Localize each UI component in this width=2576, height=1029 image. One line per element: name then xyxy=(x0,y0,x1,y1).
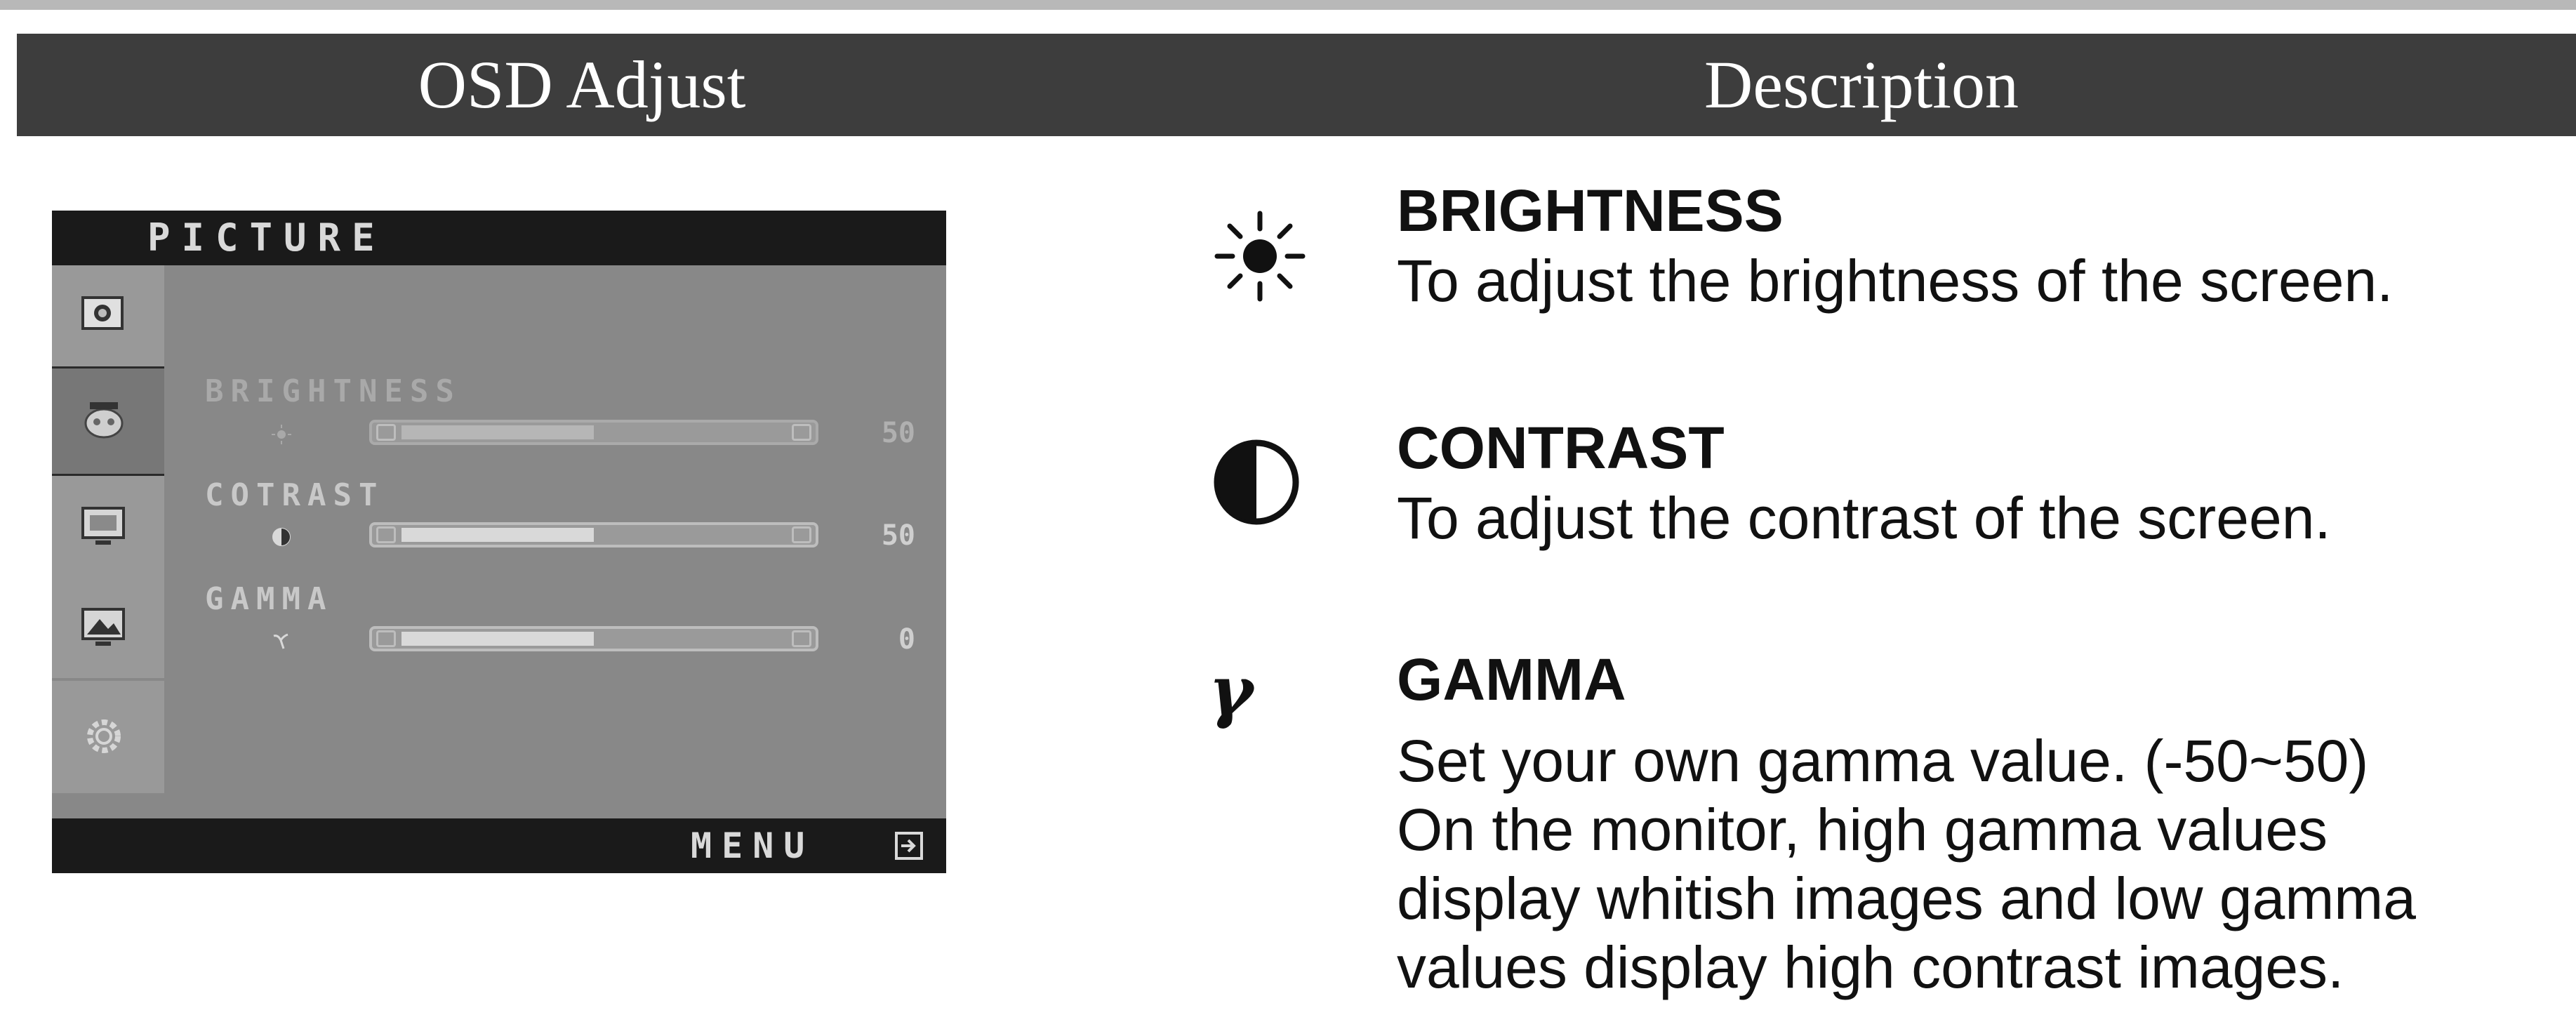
gamma-description-line-2: On the monitor, high gamma values xyxy=(1397,797,2328,863)
osd-screen: PICTURE BRIGHTNESS 50 COTRAST 50 GAMMA 0… xyxy=(52,211,946,873)
sun-icon xyxy=(1214,211,1306,302)
sun-icon xyxy=(272,425,291,444)
osd-sidebar-settings[interactable] xyxy=(52,681,164,793)
gamma-title: GAMMA xyxy=(1397,646,1626,712)
gamma-icon: γ xyxy=(1209,651,1254,731)
osd-footer: MENU xyxy=(52,818,946,873)
slider-increase-cap xyxy=(792,630,811,647)
brightness-title: BRIGHTNESS xyxy=(1397,178,1784,244)
settings-gear-icon xyxy=(87,719,121,753)
osd-sidebar-picture[interactable] xyxy=(52,265,164,366)
osd-contrast-slider[interactable] xyxy=(369,522,818,547)
osd-contrast-label: COTRAST xyxy=(205,477,385,513)
osd-menu-label: MENU xyxy=(691,825,815,866)
contrast-icon xyxy=(1214,439,1299,525)
picture-icon xyxy=(81,296,124,330)
slider-fill xyxy=(401,528,594,542)
osd-brightness-label: BRIGHTNESS xyxy=(205,373,461,409)
color-icon xyxy=(84,402,124,439)
brightness-description: To adjust the brightness of the screen. xyxy=(1397,248,2394,314)
osd-brightness-slider[interactable] xyxy=(369,420,818,445)
osd-sidebar-position[interactable] xyxy=(52,476,164,577)
osd-sidebar-color[interactable] xyxy=(52,366,164,476)
osd-title-bar: PICTURE xyxy=(52,211,946,265)
osd-gamma-slider[interactable] xyxy=(369,626,818,651)
gamma-description-line-4: values display high contrast images. xyxy=(1397,934,2344,1000)
image-quality-icon xyxy=(81,608,125,646)
slider-decrease-cap xyxy=(376,630,396,647)
exit-icon[interactable] xyxy=(894,831,924,861)
osd-title: PICTURE xyxy=(147,215,386,260)
osd-sidebar-image[interactable] xyxy=(52,577,164,678)
osd-gamma-value: 0 xyxy=(898,623,915,656)
osd-brightness-value: 50 xyxy=(881,417,915,449)
top-rule xyxy=(0,0,2576,10)
gamma-description-line-3: display whitish images and low gamma xyxy=(1397,865,2416,931)
slider-increase-cap xyxy=(792,424,811,441)
osd-gamma-label: GAMMA xyxy=(205,581,333,617)
header-osd-adjust: OSD Adjust xyxy=(418,47,746,122)
gamma-description-line-1: Set your own gamma value. (-50~50) xyxy=(1397,728,2369,794)
osd-contrast-value: 50 xyxy=(881,519,915,552)
header-description: Description xyxy=(1704,47,2019,122)
screen-position-icon xyxy=(81,507,125,545)
contrast-title: CONTRAST xyxy=(1397,415,1725,481)
slider-decrease-cap xyxy=(376,424,396,441)
slider-increase-cap xyxy=(792,526,811,543)
gamma-icon xyxy=(273,633,288,649)
slider-fill xyxy=(401,425,594,439)
contrast-icon xyxy=(272,528,291,546)
slider-fill xyxy=(401,632,594,646)
contrast-description: To adjust the contrast of the screen. xyxy=(1397,485,2331,551)
table-header: OSD Adjust Description xyxy=(17,34,2576,136)
slider-decrease-cap xyxy=(376,526,396,543)
